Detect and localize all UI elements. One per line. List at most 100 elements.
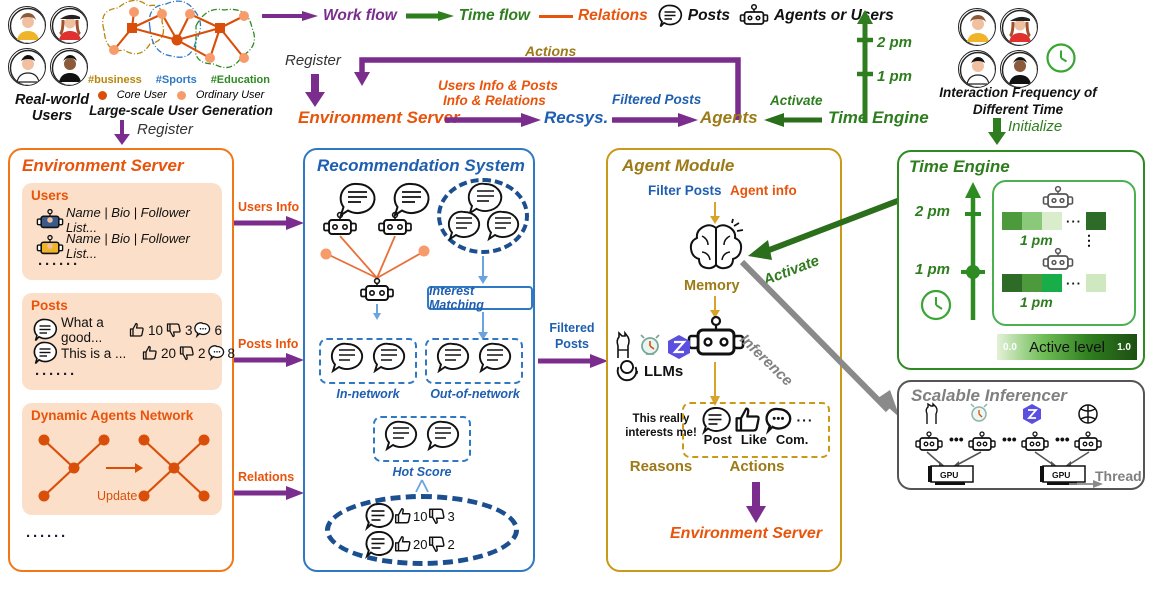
zhipu-icon: [668, 335, 690, 359]
real-world-users-label-1: Real-world: [14, 92, 90, 108]
env-post-dislikes: 2: [198, 345, 206, 361]
heatmap-row-separator: ⋮: [1082, 232, 1096, 248]
activate-arrow-to-agent: [740, 196, 902, 262]
hot-score-label: Hot Score: [392, 465, 452, 479]
graph-tag-legend: #business #Sports #Education: [88, 74, 270, 86]
thread-label: Thread: [1095, 468, 1142, 484]
env-post-likes: 10: [147, 322, 163, 338]
openai-icon: [616, 360, 638, 382]
legend-label-timeflow: Time flow: [458, 7, 530, 24]
thumbs-up-icon: [394, 507, 411, 524]
filtered-posts-label-1: Filtered: [549, 321, 595, 335]
env-users-ellipsis: ······: [38, 256, 80, 273]
legend-item-posts: Posts: [657, 4, 730, 28]
comment-icon: [207, 345, 224, 362]
arrow-env-to-recsys: [445, 113, 541, 127]
vicuna-icon: [640, 334, 660, 355]
heatmap-row-time-label: 1 pm: [1020, 294, 1053, 310]
inference-arrow-to-inferencer: [738, 258, 906, 418]
user-robot-icon: [36, 208, 64, 229]
env-posts-box: Posts What a good... 10 3 6 This is a ..…: [22, 293, 235, 390]
agent-panel-title: Agent Module: [622, 156, 735, 175]
ordinary-user-dot-icon: [176, 90, 186, 100]
clock-icon-topright: [1045, 42, 1077, 74]
out-of-network-label: Out-of-network: [430, 387, 520, 401]
heatmap-cell: [1086, 274, 1106, 292]
recommendation-system-panel: Recommendation System Interest Matching …: [303, 148, 535, 572]
user-generation-title: Large-scale User Generation: [89, 103, 273, 118]
env-post-comments: 6: [214, 322, 222, 338]
time-tick-1pm-top: 1 pm: [877, 68, 913, 85]
activate-label-top: Activate: [770, 93, 823, 108]
time-panel-tick-2pm: 2 pm: [915, 203, 951, 220]
reasons-text-1: This really: [632, 413, 690, 425]
heatmap-cell: [1042, 274, 1062, 292]
tag-education: #Education: [210, 74, 270, 86]
register-label-top: Register: [285, 52, 341, 69]
robot-icon: [739, 3, 769, 25]
heatmap-ellipsis: ···: [1066, 213, 1082, 229]
rec-arrow-to-interest-matching: [477, 256, 489, 284]
hot-score-box: [373, 416, 471, 462]
llm-icon-row: [612, 330, 692, 360]
rec-arrow-to-outnetwork: [477, 312, 489, 340]
legend-label-workflow: Work flow: [323, 7, 397, 24]
core-user-label: Core User: [116, 89, 167, 101]
agent-output-env-server: Environment Server: [670, 525, 823, 542]
avatar: [8, 6, 46, 44]
heatmap-cell: [1022, 212, 1042, 230]
action-like-label: Like: [740, 432, 767, 447]
avatar: [50, 6, 88, 44]
env-post-dislikes: 3: [184, 322, 193, 338]
diagram-canvas: Real-world Users #business #Sports #Educ…: [0, 0, 1151, 591]
arrow-agent-to-actions: [708, 362, 722, 406]
legend-label-relations: Relations: [577, 7, 648, 24]
interest-matching-label: Interest Matching: [429, 284, 484, 312]
interaction-frequency-group: [958, 8, 1042, 88]
openai-llms-group: LLMs: [614, 358, 683, 384]
time-axis-panel: [961, 180, 985, 320]
real-world-users-group: Real-world Users: [8, 6, 94, 124]
filtered-posts-label-2: Posts: [554, 337, 590, 351]
rec-network-graphic: [313, 180, 441, 320]
thumbs-up-icon: [142, 345, 157, 360]
legend-item-timeflow: Time flow: [405, 7, 530, 25]
hot-post-likes: 10: [413, 508, 428, 524]
env-posts-ellipsis: ······: [35, 366, 77, 383]
colorbar-max: 1.0: [1117, 341, 1131, 353]
thumbs-down-icon: [179, 346, 194, 361]
interaction-freq-title-1: Interaction Frequency of: [939, 85, 1097, 100]
connector-label-users-info: Users Info: [238, 200, 300, 214]
svg-text:•••: •••: [1055, 431, 1070, 447]
comment-icon: [194, 322, 211, 339]
env-post-text: This is a ...: [61, 345, 127, 361]
register-arrow-top: [305, 74, 325, 108]
reasons-label: Reasons: [629, 458, 693, 475]
rec-posts-cluster-graphic: [445, 182, 525, 252]
post-bubble-icon: [365, 531, 394, 559]
register-arrow-down-left: [112, 120, 132, 146]
hot-post-dislikes: 3: [447, 508, 455, 524]
thumbs-down-icon: [429, 508, 446, 525]
heatmap-row-time-label: 1 pm: [1020, 232, 1053, 248]
heatmap-cell: [1086, 212, 1106, 230]
heatmap-cell: [1002, 212, 1022, 230]
actions-label-top: Actions: [525, 43, 577, 59]
env-post-row: This is a ... 20 2 8: [32, 341, 235, 365]
connector-arrow-posts-info: [234, 353, 304, 367]
connector-label-posts-info: Posts Info: [238, 337, 299, 351]
in-network-label: In-network: [336, 387, 400, 401]
rec-panel-title: Recommendation System: [317, 156, 525, 175]
filtered-posts-label-top: Filtered Posts: [612, 92, 702, 107]
env-post-likes: 20: [161, 345, 177, 361]
heatmap-cell: [1002, 274, 1022, 292]
heatmap-robot-icon: [1040, 185, 1076, 210]
interest-matching-box: Interest Matching: [427, 284, 533, 312]
chain-recsys: Recsys.: [544, 108, 609, 127]
clock-icon-timepanel: [919, 288, 953, 322]
env-panel-title: Environment Server: [22, 156, 184, 175]
env-users-box: Users Name | Bio | Follower List... Name…: [22, 183, 222, 280]
legend-label-posts: Posts: [687, 7, 730, 24]
post-bubble-icon: [33, 318, 58, 342]
avatar: [958, 8, 996, 46]
